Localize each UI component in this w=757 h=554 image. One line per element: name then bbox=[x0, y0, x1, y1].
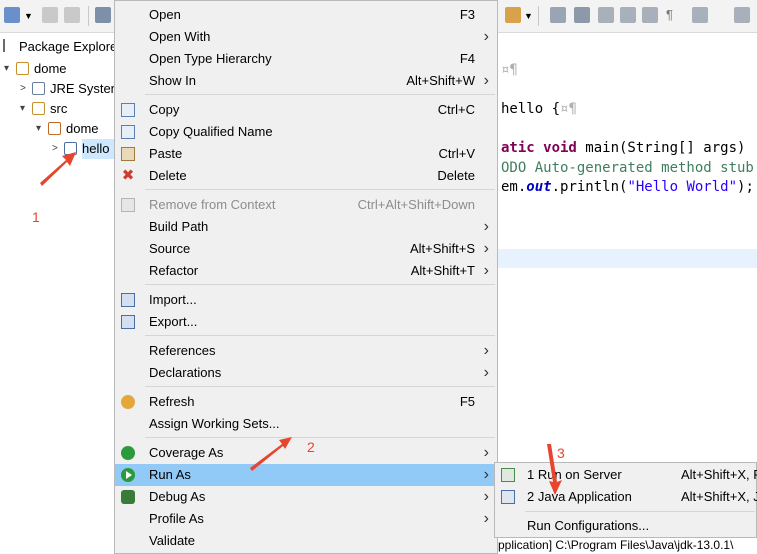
arrow-1 bbox=[40, 152, 76, 186]
annotation-label-2: 2 bbox=[307, 439, 315, 455]
annotation-arrows bbox=[40, 152, 562, 495]
arrow-2 bbox=[250, 437, 292, 471]
annotation-label-1: 1 bbox=[32, 209, 40, 225]
annotation-label-3: 3 bbox=[557, 445, 565, 461]
